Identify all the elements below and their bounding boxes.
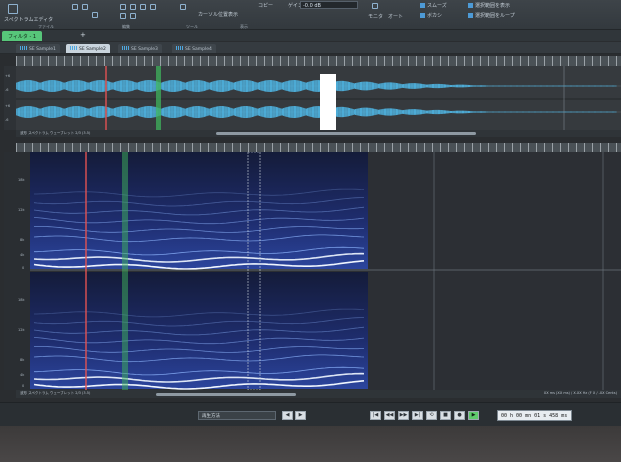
- cursor-readout: XX ms (XX ms) / X.XX Hz (F X / -XX Cents…: [543, 391, 617, 395]
- stop-button[interactable]: ■: [440, 411, 451, 420]
- playback-mode-select[interactable]: 再生方法: [198, 411, 276, 420]
- go-end-button[interactable]: ▶|: [412, 411, 423, 420]
- green-marker: [122, 152, 128, 390]
- file-tab[interactable]: フィルタ - 1: [2, 31, 43, 41]
- filter-icon[interactable]: [180, 4, 186, 10]
- spectrogram-status-bar: 波形 スペクトラム ウェーブレット 2/3 (3.5) XX ms (XX ms…: [16, 390, 621, 398]
- grid-icon[interactable]: [120, 13, 126, 19]
- spectrum-editor-icon[interactable]: [8, 4, 18, 14]
- selection-icon[interactable]: [120, 4, 126, 10]
- spectrogram-view[interactable]: [30, 152, 621, 390]
- prev-button[interactable]: ◀: [282, 411, 293, 420]
- show-selection-button[interactable]: 選択範囲を表示: [468, 2, 510, 10]
- clip-tab[interactable]: SE Sample1: [16, 44, 60, 53]
- spectrum-editor-label: スペクトラムエディタ: [4, 17, 54, 23]
- time-display: 00 h 00 mn 01 s 458 ms: [497, 410, 572, 421]
- zoom-icon[interactable]: [150, 4, 156, 10]
- record-button[interactable]: ●: [454, 411, 465, 420]
- check-icon: [420, 13, 425, 18]
- monitor-label: モニタ: [368, 14, 384, 20]
- fast-forward-button[interactable]: ▶▶: [398, 411, 409, 420]
- copy-button[interactable]: コピー: [258, 2, 273, 10]
- clip-tab-active[interactable]: SE Sample2: [66, 44, 110, 53]
- add-tab-icon[interactable]: +: [80, 31, 86, 39]
- time-ruler[interactable]: [16, 56, 621, 66]
- file-tab-bar: フィルタ - 1 +: [0, 30, 621, 41]
- loop-selection-button[interactable]: 選択範囲をループ: [468, 12, 515, 20]
- spectrum-time-ruler[interactable]: [16, 143, 621, 152]
- next-button[interactable]: ▶: [295, 411, 306, 420]
- transport-bar: 再生方法 ◀ ▶ |◀ ◀◀ ▶▶ ▶| ⟲ ■ ● ▶ 00 h 00 mn …: [0, 402, 621, 426]
- tool-icon[interactable]: [82, 4, 88, 10]
- waveform-view[interactable]: [15, 66, 621, 130]
- frequency-scale: 18k 12k 8k 4k 0 18k 12k 8k 4k 0: [4, 152, 30, 390]
- go-start-button[interactable]: |◀: [370, 411, 381, 420]
- clip-tab-bar: SE Sample1 SE Sample2 SE Sample3 SE Samp…: [0, 42, 621, 54]
- blur-option[interactable]: ボカシ: [420, 12, 442, 20]
- amplitude-scale: +6 -6 +6 -6: [4, 66, 16, 130]
- auto-label[interactable]: オート: [388, 13, 403, 21]
- horizontal-scrollbar[interactable]: [216, 132, 476, 135]
- green-marker: [156, 66, 161, 130]
- ribbon-toolbar: スペクトラムエディタ カーソル位置表示 コピー ゲイン -0.0 dB モニタ …: [0, 0, 621, 30]
- screen-bezel: [0, 426, 621, 462]
- selection-icon[interactable]: [130, 4, 136, 10]
- check-icon: [420, 3, 425, 8]
- clip-tab[interactable]: SE Sample3: [118, 44, 162, 53]
- rewind-button[interactable]: ◀◀: [384, 411, 395, 420]
- settings-icon[interactable]: [372, 3, 378, 9]
- spectrogram-svg: [30, 152, 621, 390]
- check-icon: [468, 3, 473, 8]
- waveform-icon: [122, 46, 129, 50]
- pencil-icon[interactable]: [92, 12, 98, 18]
- selection-highlight: [320, 74, 336, 130]
- waveform-icon: [176, 46, 183, 50]
- waveform-icon: [20, 46, 27, 50]
- waveform-svg: [15, 66, 621, 130]
- loop-button[interactable]: ⟲: [426, 411, 437, 420]
- grid-icon[interactable]: [130, 13, 136, 19]
- horizontal-scrollbar[interactable]: [156, 393, 296, 396]
- check-icon: [468, 13, 473, 18]
- gain-field[interactable]: -0.0 dB: [300, 1, 358, 9]
- smooth-option[interactable]: スムーズ: [420, 2, 447, 10]
- zoom-icon[interactable]: [140, 4, 146, 10]
- view-button[interactable]: カーソル位置表示: [198, 11, 238, 19]
- waveform-status-bar: 波形 スペクトラム ウェーブレット 2/3 (3.5): [16, 130, 621, 137]
- clip-tab[interactable]: SE Sample4: [172, 44, 216, 53]
- play-button[interactable]: ▶: [468, 411, 479, 420]
- tool-icon[interactable]: [72, 4, 78, 10]
- waveform-icon: [70, 46, 77, 50]
